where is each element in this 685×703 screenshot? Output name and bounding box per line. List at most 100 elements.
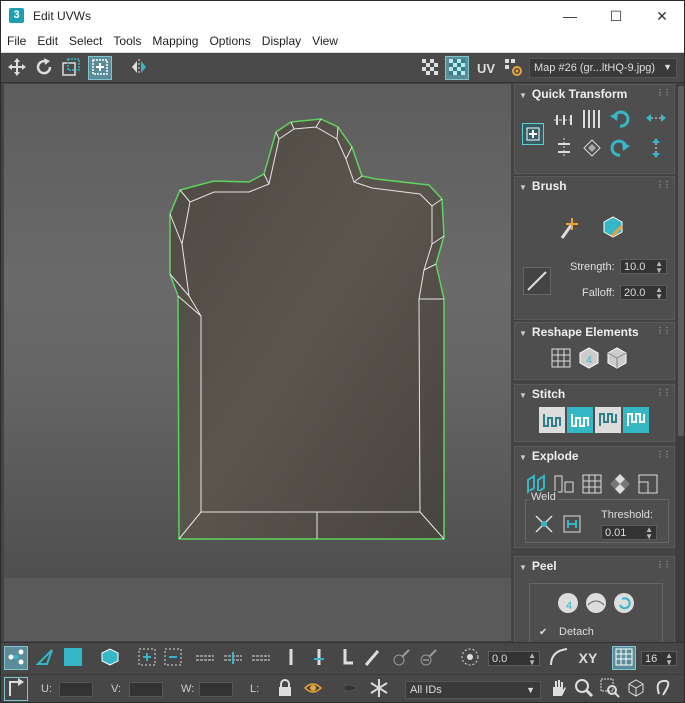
- stitch-header[interactable]: ▼ Stitch ⋮⋮: [515, 385, 674, 403]
- explode-checker-button[interactable]: [607, 471, 633, 497]
- spinner-arrows-icon[interactable]: ▲ ▼: [655, 286, 663, 301]
- stitch-to-target-button[interactable]: [567, 407, 593, 433]
- mirror-tool-button[interactable]: [127, 56, 151, 80]
- tombstone-uv-shell[interactable]: [169, 118, 445, 540]
- drag-handle-icon[interactable]: ⋮⋮: [656, 326, 671, 335]
- stitch-custom-button[interactable]: [539, 407, 565, 433]
- menu-mapping[interactable]: Mapping: [146, 31, 203, 48]
- distribute-horizontal-button[interactable]: [643, 107, 669, 131]
- u-input[interactable]: [59, 682, 93, 697]
- explode-header[interactable]: ▼ Explode ⋮⋮: [515, 447, 674, 465]
- rotate-cw-button[interactable]: [607, 135, 633, 161]
- zoom-extents-button[interactable]: [624, 677, 648, 701]
- weld-selected-button[interactable]: [531, 511, 557, 537]
- menu-options[interactable]: Options: [203, 31, 255, 48]
- freeze-button[interactable]: [367, 677, 391, 701]
- element-mode-button[interactable]: [98, 646, 122, 670]
- detach-checkbox[interactable]: ✔: [539, 627, 547, 638]
- close-button[interactable]: ✕: [639, 1, 684, 31]
- edge-ring-button[interactable]: [279, 646, 303, 670]
- stitch-average-button[interactable]: [595, 407, 621, 433]
- threshold-spinner[interactable]: 0.01 ▲ ▼: [601, 525, 657, 541]
- material-id-dropdown[interactable]: All IDs ▼: [405, 681, 541, 699]
- scrollbar-thumb[interactable]: [678, 86, 684, 436]
- relax-options-button[interactable]: [604, 345, 630, 371]
- v-input[interactable]: [129, 682, 163, 697]
- shrink-selection-button[interactable]: [161, 646, 185, 670]
- uv-view-button[interactable]: UV: [473, 56, 499, 80]
- hide-button[interactable]: [337, 677, 361, 701]
- hide-show-button[interactable]: [301, 677, 325, 701]
- polygon-mode-button[interactable]: [61, 646, 85, 670]
- distribute-vertical-button[interactable]: [643, 135, 669, 161]
- set-pivot-button[interactable]: [522, 123, 544, 145]
- rotate-ccw-button[interactable]: [607, 107, 633, 131]
- drag-handle-icon[interactable]: ⋮⋮: [656, 560, 671, 569]
- enlarge-brush-button[interactable]: [389, 646, 413, 670]
- grow-selection-button[interactable]: [135, 646, 159, 670]
- w-input[interactable]: [199, 682, 233, 697]
- spinner-arrows-icon[interactable]: ▲ ▼: [655, 260, 663, 275]
- relax-brush-button[interactable]: [599, 213, 627, 241]
- quick-transform-header[interactable]: ▼ Quick Transform ⋮⋮: [515, 85, 674, 103]
- panel-scrollbar[interactable]: [676, 84, 684, 642]
- align-to-edge-button[interactable]: [551, 135, 577, 161]
- shrink-loop-button[interactable]: [249, 646, 273, 670]
- spinner-arrows-icon[interactable]: ▲ ▼: [528, 652, 536, 667]
- brush-header[interactable]: ▼ Brush ⋮⋮: [515, 177, 674, 195]
- menu-edit[interactable]: Edit: [31, 31, 63, 48]
- reshape-elements-header[interactable]: ▼ Reshape Elements ⋮⋮: [515, 323, 674, 341]
- edge-loop-button[interactable]: [193, 646, 217, 670]
- menu-display[interactable]: Display: [256, 31, 306, 48]
- menu-file[interactable]: File: [1, 31, 31, 48]
- map-dropdown[interactable]: Map #26 (gr...ltHQ-9.jpg) ▼: [529, 58, 677, 78]
- menu-view[interactable]: View: [306, 31, 343, 48]
- align-horizontal-button[interactable]: [551, 107, 577, 131]
- scale-tool-button[interactable]: [59, 56, 83, 80]
- align-vertical-button[interactable]: [579, 107, 605, 131]
- weld-all-button[interactable]: [559, 511, 585, 537]
- edge-mode-button[interactable]: [33, 646, 57, 670]
- move-tool-button[interactable]: [5, 56, 29, 80]
- paint-move-button[interactable]: [555, 213, 583, 241]
- vertex-mode-button[interactable]: [4, 646, 28, 670]
- absolute-offset-toggle[interactable]: [4, 677, 28, 701]
- spinner-arrows-icon[interactable]: ▲ ▼: [665, 652, 673, 667]
- maximize-button[interactable]: ☐: [593, 1, 639, 31]
- uv-editor-viewport[interactable]: [4, 84, 511, 578]
- falloff-spinner[interactable]: 20.0 ▲ ▼: [620, 285, 667, 301]
- stitch-to-source-button[interactable]: [623, 407, 649, 433]
- menu-tools[interactable]: Tools: [107, 31, 146, 48]
- drag-handle-icon[interactable]: ⋮⋮: [656, 388, 671, 397]
- lock-selection-button[interactable]: [273, 677, 297, 701]
- display-settings-button[interactable]: [501, 56, 525, 80]
- strength-spinner[interactable]: 10.0 ▲ ▼: [620, 259, 667, 275]
- peel-header[interactable]: ▼ Peel ⋮⋮: [515, 557, 674, 575]
- grow-loop-button[interactable]: [221, 646, 245, 670]
- grid-snap-button[interactable]: [612, 646, 636, 670]
- explode-by-material-button[interactable]: [579, 471, 605, 497]
- minimize-button[interactable]: —: [547, 1, 593, 31]
- drag-handle-icon[interactable]: ⋮⋮: [656, 450, 671, 459]
- menu-select[interactable]: Select: [63, 31, 107, 48]
- drag-handle-icon[interactable]: ⋮⋮: [656, 88, 671, 97]
- relax-elements-button[interactable]: 4: [576, 345, 602, 371]
- shrink-brush-button[interactable]: [416, 646, 440, 670]
- falloff-curve-button[interactable]: [547, 646, 571, 670]
- zoom-button[interactable]: [572, 677, 596, 701]
- xy-space-button[interactable]: XY: [574, 646, 602, 670]
- spinner-arrows-icon[interactable]: ▲ ▼: [645, 526, 653, 541]
- freeform-tool-button[interactable]: [88, 56, 112, 80]
- paint-select-button[interactable]: [361, 646, 385, 670]
- shrink-ring-button[interactable]: [335, 646, 359, 670]
- explode-uv-button[interactable]: [635, 471, 661, 497]
- show-map-button[interactable]: [445, 56, 469, 80]
- grid-size-spinner[interactable]: 16 ▲ ▼: [641, 651, 677, 667]
- rotate-tool-button[interactable]: [32, 56, 56, 80]
- quick-peel-button[interactable]: 4: [555, 590, 581, 616]
- reset-peel-button[interactable]: [611, 590, 637, 616]
- peel-mode-button[interactable]: [583, 590, 609, 616]
- snap-button[interactable]: [651, 677, 675, 701]
- pan-button[interactable]: [546, 677, 570, 701]
- straighten-elements-button[interactable]: [548, 345, 574, 371]
